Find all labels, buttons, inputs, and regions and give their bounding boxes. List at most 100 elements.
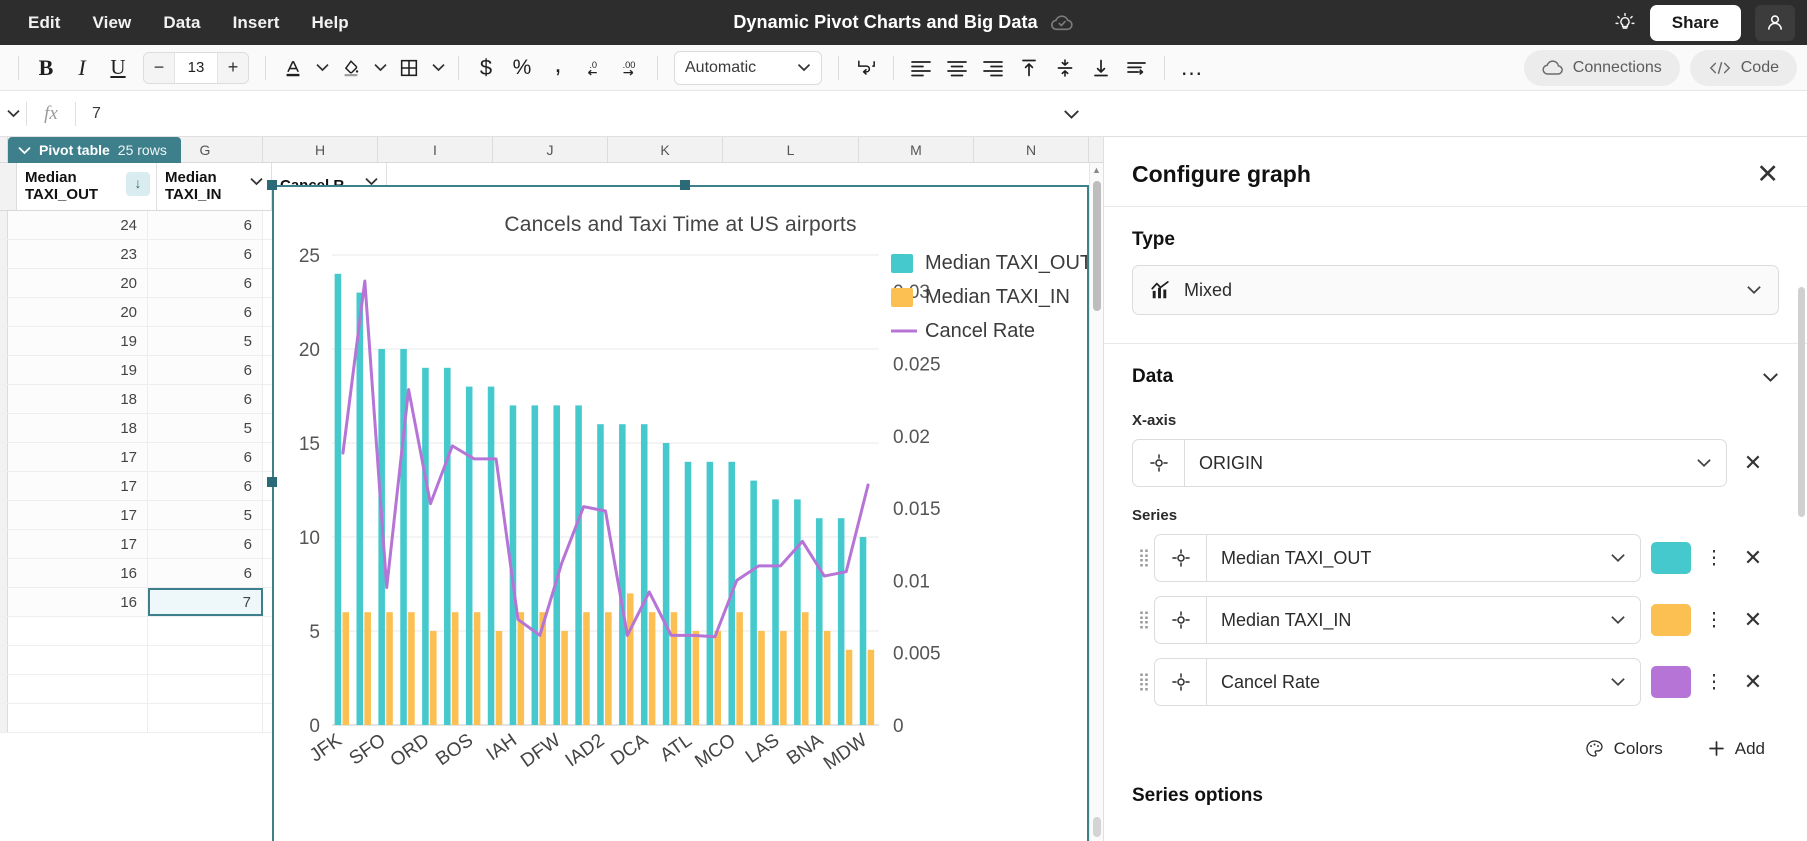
font-size-value[interactable]: 13: [174, 52, 218, 84]
column-header-n[interactable]: N: [974, 137, 1089, 162]
series-color-swatch-taxi-out[interactable]: [1651, 542, 1691, 574]
cell-taxi-in-selected[interactable]: 7: [148, 588, 263, 616]
menu-item-insert[interactable]: Insert: [219, 7, 294, 39]
cell-taxi-in[interactable]: 5: [148, 327, 263, 355]
pivot-table-tab[interactable]: Pivot table 25 rows: [8, 137, 181, 163]
series-color-swatch-cancel-rate[interactable]: [1651, 666, 1691, 698]
valign-middle-icon[interactable]: [1048, 51, 1082, 85]
cell-blank[interactable]: [148, 675, 263, 703]
cell-taxi-in[interactable]: 6: [148, 443, 263, 471]
cell-blank[interactable]: [148, 617, 263, 645]
cell-taxi-out[interactable]: 17: [8, 501, 148, 529]
data-section-header[interactable]: Data: [1104, 344, 1807, 398]
cell-taxi-in[interactable]: 6: [148, 240, 263, 268]
cell-taxi-out[interactable]: 23: [8, 240, 148, 268]
series-select-cancel-rate[interactable]: Cancel Rate: [1206, 658, 1641, 706]
scrollbar-thumb[interactable]: [1093, 181, 1101, 311]
measure-icon[interactable]: [1154, 658, 1206, 706]
connections-button[interactable]: Connections: [1524, 50, 1680, 86]
chevron-down-icon[interactable]: [250, 175, 263, 190]
series-remove-button[interactable]: ✕: [1727, 658, 1779, 706]
cell-taxi-out[interactable]: 20: [8, 298, 148, 326]
xaxis-remove-button[interactable]: ✕: [1727, 439, 1779, 487]
cell-blank[interactable]: [8, 675, 148, 703]
measure-icon[interactable]: [1154, 534, 1206, 582]
wrap-text-icon[interactable]: [849, 51, 883, 85]
font-size-decrease-button[interactable]: −: [144, 52, 174, 84]
xaxis-select[interactable]: ORIGIN: [1184, 439, 1727, 487]
scrollbar-thumb-secondary[interactable]: [1093, 817, 1101, 837]
number-format-select[interactable]: Automatic: [674, 51, 822, 85]
sort-descending-icon[interactable]: ↓: [126, 172, 150, 196]
fill-color-chevron-down-icon[interactable]: [370, 53, 390, 83]
valign-bottom-icon[interactable]: [1084, 51, 1118, 85]
resize-handle-left[interactable]: [267, 477, 277, 487]
cell-taxi-in[interactable]: 6: [148, 559, 263, 587]
pivot-header-taxi-in[interactable]: Median TAXI_IN: [157, 163, 272, 210]
decrease-decimal-button[interactable]: .0: [577, 51, 611, 85]
mixed-bar-line-chart[interactable]: 05101520250.0050.010.0150.020.0250.030JF…: [274, 237, 1087, 837]
align-right-icon[interactable]: [976, 51, 1010, 85]
cell-taxi-out[interactable]: 20: [8, 269, 148, 297]
colors-button[interactable]: Colors: [1570, 730, 1677, 767]
borders-chevron-down-icon[interactable]: [428, 53, 448, 83]
align-center-icon[interactable]: [940, 51, 974, 85]
bold-button[interactable]: B: [29, 51, 63, 85]
resize-handle-top-left[interactable]: [267, 180, 277, 190]
align-left-icon[interactable]: [904, 51, 938, 85]
cell-taxi-out[interactable]: 18: [8, 414, 148, 442]
series-more-options-icon[interactable]: ⋮: [1701, 547, 1727, 570]
cell-taxi-out[interactable]: 17: [8, 472, 148, 500]
comma-format-button[interactable]: ,: [541, 51, 575, 85]
column-header-i[interactable]: I: [378, 137, 493, 162]
formula-bar-expand-icon[interactable]: [1049, 91, 1093, 137]
code-button[interactable]: Code: [1690, 50, 1797, 86]
menu-item-help[interactable]: Help: [298, 7, 363, 39]
drag-handle-icon[interactable]: ⣿: [1132, 672, 1154, 692]
measure-icon[interactable]: [1154, 596, 1206, 644]
formula-input[interactable]: 7: [76, 105, 1807, 123]
text-color-icon[interactable]: [276, 51, 310, 85]
close-icon[interactable]: ✕: [1756, 161, 1779, 188]
cell-taxi-in[interactable]: 6: [148, 472, 263, 500]
cell-taxi-in[interactable]: 6: [148, 356, 263, 384]
function-icon[interactable]: fx: [27, 103, 75, 125]
series-remove-button[interactable]: ✕: [1727, 596, 1779, 644]
cell-taxi-in[interactable]: 6: [148, 211, 263, 239]
more-options-button[interactable]: …: [1175, 51, 1209, 85]
borders-icon[interactable]: [392, 51, 426, 85]
column-header-m[interactable]: M: [859, 137, 974, 162]
menu-item-view[interactable]: View: [79, 7, 146, 39]
avatar[interactable]: [1755, 5, 1795, 41]
series-select-taxi-out[interactable]: Median TAXI_OUT: [1206, 534, 1641, 582]
cell-blank[interactable]: [8, 617, 148, 645]
cell-taxi-in[interactable]: 6: [148, 269, 263, 297]
pivot-header-taxi-out[interactable]: Median TAXI_OUT ↓: [17, 163, 157, 210]
drag-handle-icon[interactable]: ⣿: [1132, 548, 1154, 568]
cell-taxi-out[interactable]: 24: [8, 211, 148, 239]
cell-taxi-out[interactable]: 18: [8, 385, 148, 413]
resize-handle-top[interactable]: [680, 180, 690, 190]
column-header-l[interactable]: L: [723, 137, 859, 162]
cell-taxi-out[interactable]: 16: [8, 559, 148, 587]
formula-bar-collapse-icon[interactable]: [0, 109, 26, 118]
cell-taxi-out[interactable]: 17: [8, 530, 148, 558]
drag-handle-icon[interactable]: ⣿: [1132, 610, 1154, 630]
chevron-down-icon[interactable]: [1762, 372, 1779, 383]
share-button[interactable]: Share: [1650, 5, 1741, 41]
currency-format-button[interactable]: $: [469, 51, 503, 85]
lightbulb-icon[interactable]: [1614, 12, 1636, 34]
menu-item-edit[interactable]: Edit: [14, 7, 75, 39]
panel-scrollbar-thumb[interactable]: [1798, 287, 1805, 517]
column-header-k[interactable]: K: [608, 137, 723, 162]
cell-taxi-out[interactable]: 19: [8, 327, 148, 355]
cell-taxi-out[interactable]: 19: [8, 356, 148, 384]
cell-blank[interactable]: [148, 646, 263, 674]
chart-type-select[interactable]: Mixed: [1132, 265, 1779, 315]
cell-blank[interactable]: [8, 646, 148, 674]
increase-decimal-button[interactable]: .00: [613, 51, 647, 85]
column-header-j[interactable]: J: [493, 137, 608, 162]
italic-button[interactable]: I: [65, 51, 99, 85]
column-header-h[interactable]: H: [263, 137, 378, 162]
series-remove-button[interactable]: ✕: [1727, 534, 1779, 582]
